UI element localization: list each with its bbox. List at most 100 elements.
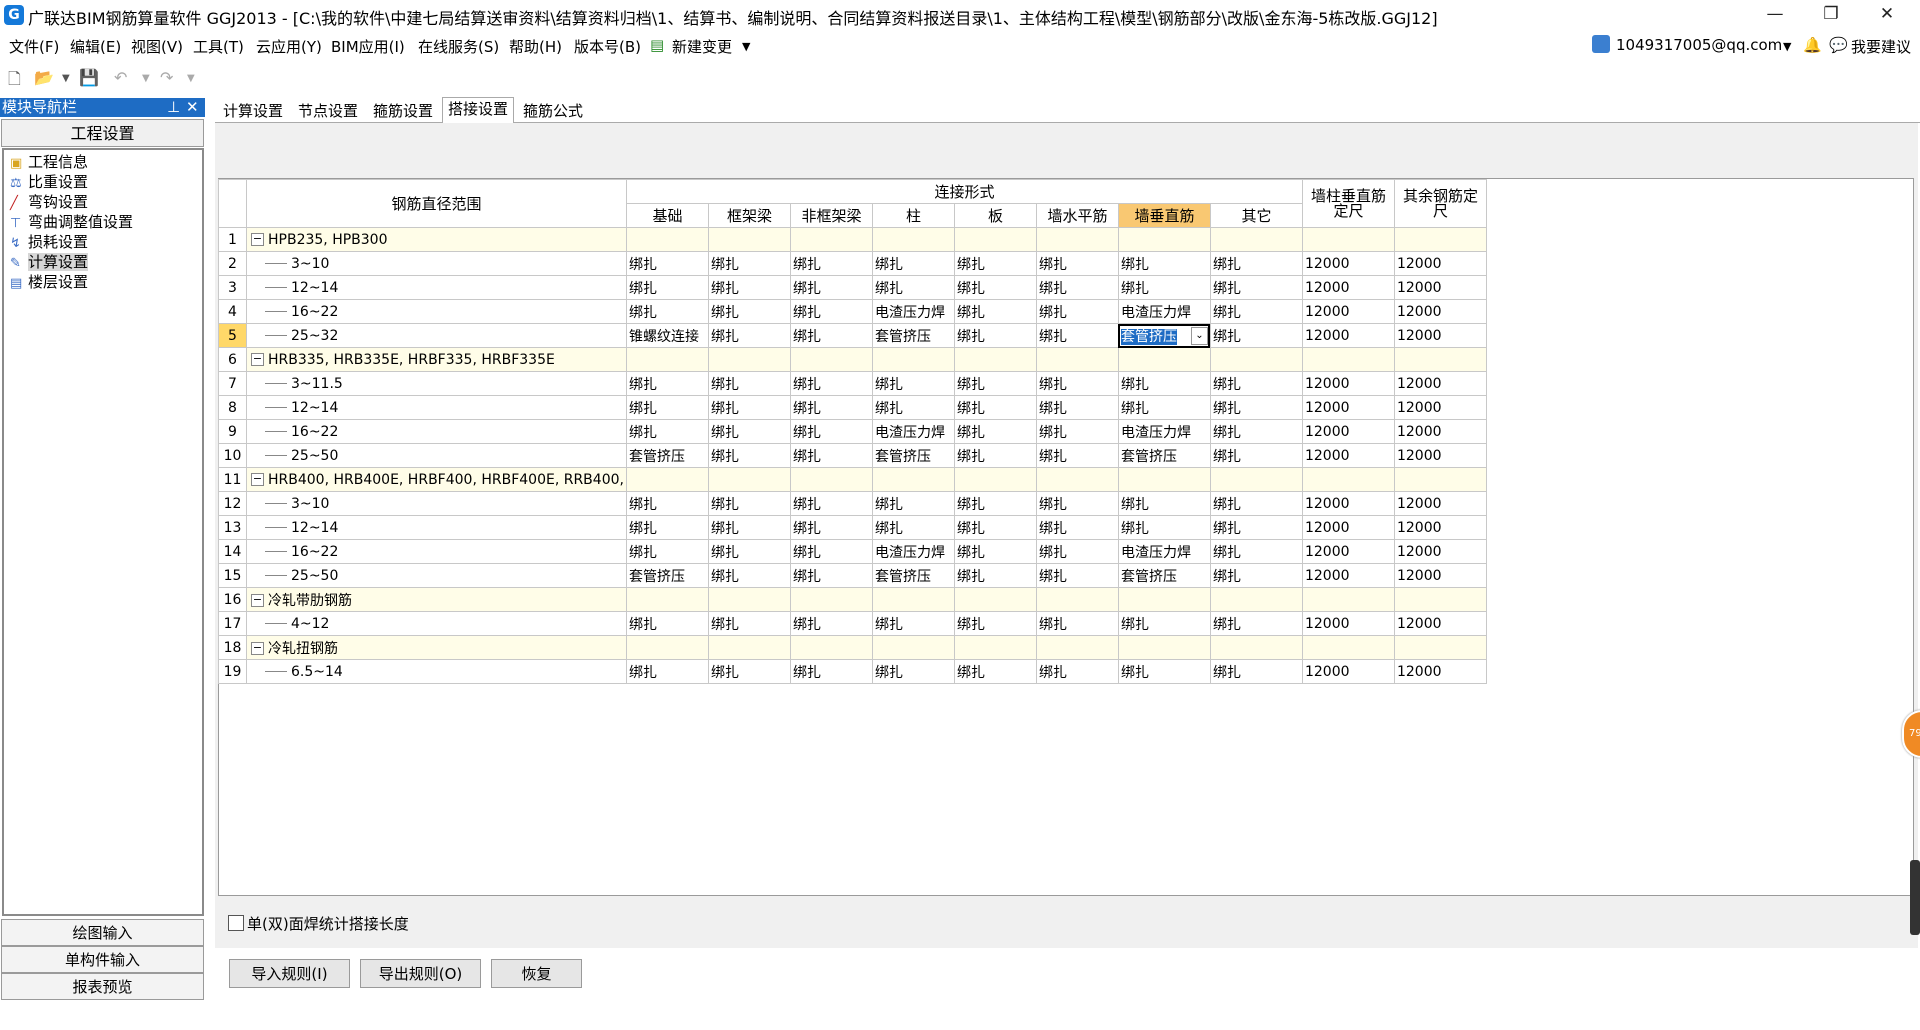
connection-cell[interactable]: 绑扎 — [625, 395, 709, 420]
connection-cell[interactable]: 绑扎 — [789, 371, 873, 396]
connection-cell[interactable] — [707, 227, 791, 252]
connection-cell[interactable]: 绑扎 — [625, 491, 709, 516]
connection-cell[interactable]: 绑扎 — [871, 395, 955, 420]
other-length-cell[interactable]: 12000 — [1393, 419, 1487, 444]
nav-item-bend[interactable]: ⊤ 弯曲调整值设置 — [10, 212, 133, 232]
connection-cell[interactable]: 绑扎 — [1035, 515, 1119, 540]
connection-cell[interactable] — [707, 635, 791, 660]
feedback-button[interactable]: 我要建议 — [1851, 36, 1911, 57]
diameter-range-cell[interactable]: 12~14 — [246, 515, 627, 540]
connection-cell[interactable] — [707, 347, 791, 372]
other-length-cell[interactable]: 12000 — [1393, 299, 1487, 324]
diameter-range-cell[interactable]: 16~22 — [246, 539, 627, 564]
connection-cell[interactable]: 绑扎 — [1209, 563, 1303, 588]
connection-cell[interactable] — [871, 347, 955, 372]
grade-group-row[interactable]: 18− 冷轧扭钢筋 — [218, 635, 1487, 660]
connection-cell[interactable]: 绑扎 — [707, 251, 791, 276]
connection-cell[interactable]: 电渣压力焊 — [1117, 539, 1211, 564]
grade-group-label[interactable]: − HPB235, HPB300 — [246, 227, 627, 252]
connection-cell[interactable] — [625, 347, 709, 372]
connection-cell[interactable]: 绑扎 — [1117, 251, 1211, 276]
connection-cell[interactable] — [1209, 635, 1303, 660]
nav-item-loss[interactable]: ↯ 损耗设置 — [10, 232, 88, 252]
menu-file[interactable]: 文件(F) — [9, 36, 59, 57]
diameter-range-cell[interactable]: 25~32 — [246, 323, 627, 348]
connection-cell[interactable]: 绑扎 — [953, 419, 1037, 444]
connection-cell[interactable] — [953, 635, 1037, 660]
collapse-icon[interactable]: − — [251, 642, 264, 655]
row-number[interactable]: 12 — [218, 491, 247, 516]
grade-group-row[interactable]: 11− HRB400, HRB400E, HRBF400, HRBF400E, R… — [218, 467, 1487, 492]
undo-dropdown-icon[interactable]: ▼ — [142, 73, 150, 84]
connection-cell[interactable]: 绑扎 — [789, 443, 873, 468]
connection-cell[interactable]: 绑扎 — [1035, 275, 1119, 300]
connection-cell[interactable]: 绑扎 — [789, 275, 873, 300]
other-length-cell[interactable] — [1393, 227, 1487, 252]
col-header-wall-vertical[interactable]: 墙垂直筋 — [1117, 203, 1211, 228]
diameter-range-cell[interactable]: 6.5~14 — [246, 659, 627, 684]
open-folder-icon[interactable]: 📂 — [34, 68, 54, 87]
nav-section-project-settings[interactable]: 工程设置 — [1, 119, 204, 147]
connection-cell[interactable] — [1117, 587, 1211, 612]
other-length-cell[interactable]: 12000 — [1393, 275, 1487, 300]
wall-column-length-cell[interactable]: 12000 — [1301, 563, 1395, 588]
wall-column-length-cell[interactable]: 12000 — [1301, 323, 1395, 348]
diameter-range-cell[interactable]: 3~10 — [246, 491, 627, 516]
other-length-cell[interactable] — [1393, 467, 1487, 492]
table-row[interactable]: 7 3~11.5 绑扎 绑扎 绑扎 绑扎 绑扎 绑扎 绑扎 绑扎 12000 12000 — [218, 371, 1487, 396]
other-length-cell[interactable] — [1393, 635, 1487, 660]
connection-cell[interactable] — [1209, 227, 1303, 252]
connection-cell[interactable]: 绑扎 — [707, 419, 791, 444]
tab-stirrup-settings[interactable]: 箍筋设置 — [367, 99, 439, 124]
grade-group-label[interactable]: − HRB400, HRB400E, HRBF400, HRBF400E, RRB… — [246, 467, 627, 492]
connection-cell[interactable]: 绑扎 — [625, 419, 709, 444]
connection-cell[interactable]: 绑扎 — [707, 491, 791, 516]
col-header-frame-beam[interactable]: 框架梁 — [707, 203, 791, 228]
diameter-range-cell[interactable]: 12~14 — [246, 395, 627, 420]
wall-column-length-cell[interactable]: 12000 — [1301, 659, 1395, 684]
table-row[interactable]: 3 12~14 绑扎 绑扎 绑扎 绑扎 绑扎 绑扎 绑扎 绑扎 12000 12000 — [218, 275, 1487, 300]
row-number[interactable]: 17 — [218, 611, 247, 636]
connection-cell[interactable]: 绑扎 — [625, 371, 709, 396]
connection-cell[interactable] — [1117, 635, 1211, 660]
connection-cell[interactable]: 绑扎 — [707, 299, 791, 324]
connection-cell[interactable] — [1035, 227, 1119, 252]
connection-cell[interactable] — [953, 587, 1037, 612]
col-header-wall-horizontal[interactable]: 墙水平筋 — [1035, 203, 1119, 228]
menu-version[interactable]: 版本号(B) — [574, 36, 641, 57]
connection-cell[interactable]: 绑扎 — [1117, 395, 1211, 420]
menu-help[interactable]: 帮助(H) — [509, 36, 562, 57]
connection-cell[interactable]: 套管挤压 — [625, 563, 709, 588]
connection-cell[interactable]: 绑扎 — [625, 611, 709, 636]
connection-cell[interactable]: 绑扎 — [1117, 275, 1211, 300]
nav-drawing-input[interactable]: 绘图输入 — [1, 919, 204, 946]
connection-cell[interactable] — [1035, 467, 1119, 492]
diameter-range-cell[interactable]: 25~50 — [246, 563, 627, 588]
connection-cell[interactable] — [1209, 587, 1303, 612]
connection-cell[interactable]: 套管挤压 — [1117, 563, 1211, 588]
connection-cell[interactable] — [625, 635, 709, 660]
row-number[interactable]: 15 — [218, 563, 247, 588]
table-row[interactable]: 15 25~50 套管挤压 绑扎 绑扎 套管挤压 绑扎 绑扎 套管挤压 绑扎 12000 12000 — [218, 563, 1487, 588]
connection-cell[interactable] — [625, 587, 709, 612]
diameter-range-cell[interactable]: 16~22 — [246, 419, 627, 444]
grade-group-label[interactable]: − 冷轧带肋钢筋 — [246, 587, 627, 612]
connection-cell[interactable]: 绑扎 — [707, 371, 791, 396]
connection-cell[interactable]: 电渣压力焊 — [1117, 419, 1211, 444]
connection-cell[interactable]: 绑扎 — [1035, 371, 1119, 396]
restore-defaults-button[interactable]: 恢复 — [491, 959, 582, 988]
bell-icon[interactable]: 🔔 — [1803, 36, 1822, 54]
new-file-icon[interactable]: 🗋 — [8, 68, 21, 95]
connection-cell[interactable] — [1209, 347, 1303, 372]
connection-cell[interactable]: 绑扎 — [1117, 491, 1211, 516]
restore-button[interactable]: ❐ — [1803, 0, 1859, 30]
connection-cell[interactable]: 绑扎 — [1209, 299, 1303, 324]
redo-dropdown-icon[interactable]: ▼ — [187, 73, 195, 84]
tab-stirrup-formula[interactable]: 箍筋公式 — [517, 99, 589, 124]
connection-cell[interactable] — [871, 467, 955, 492]
other-length-cell[interactable]: 12000 — [1393, 323, 1487, 348]
connection-cell[interactable]: 绑扎 — [953, 443, 1037, 468]
connection-cell[interactable]: 套管挤压 ⌄ — [1117, 323, 1211, 348]
connection-cell[interactable]: 套管挤压 — [1117, 443, 1211, 468]
connection-cell[interactable] — [625, 227, 709, 252]
